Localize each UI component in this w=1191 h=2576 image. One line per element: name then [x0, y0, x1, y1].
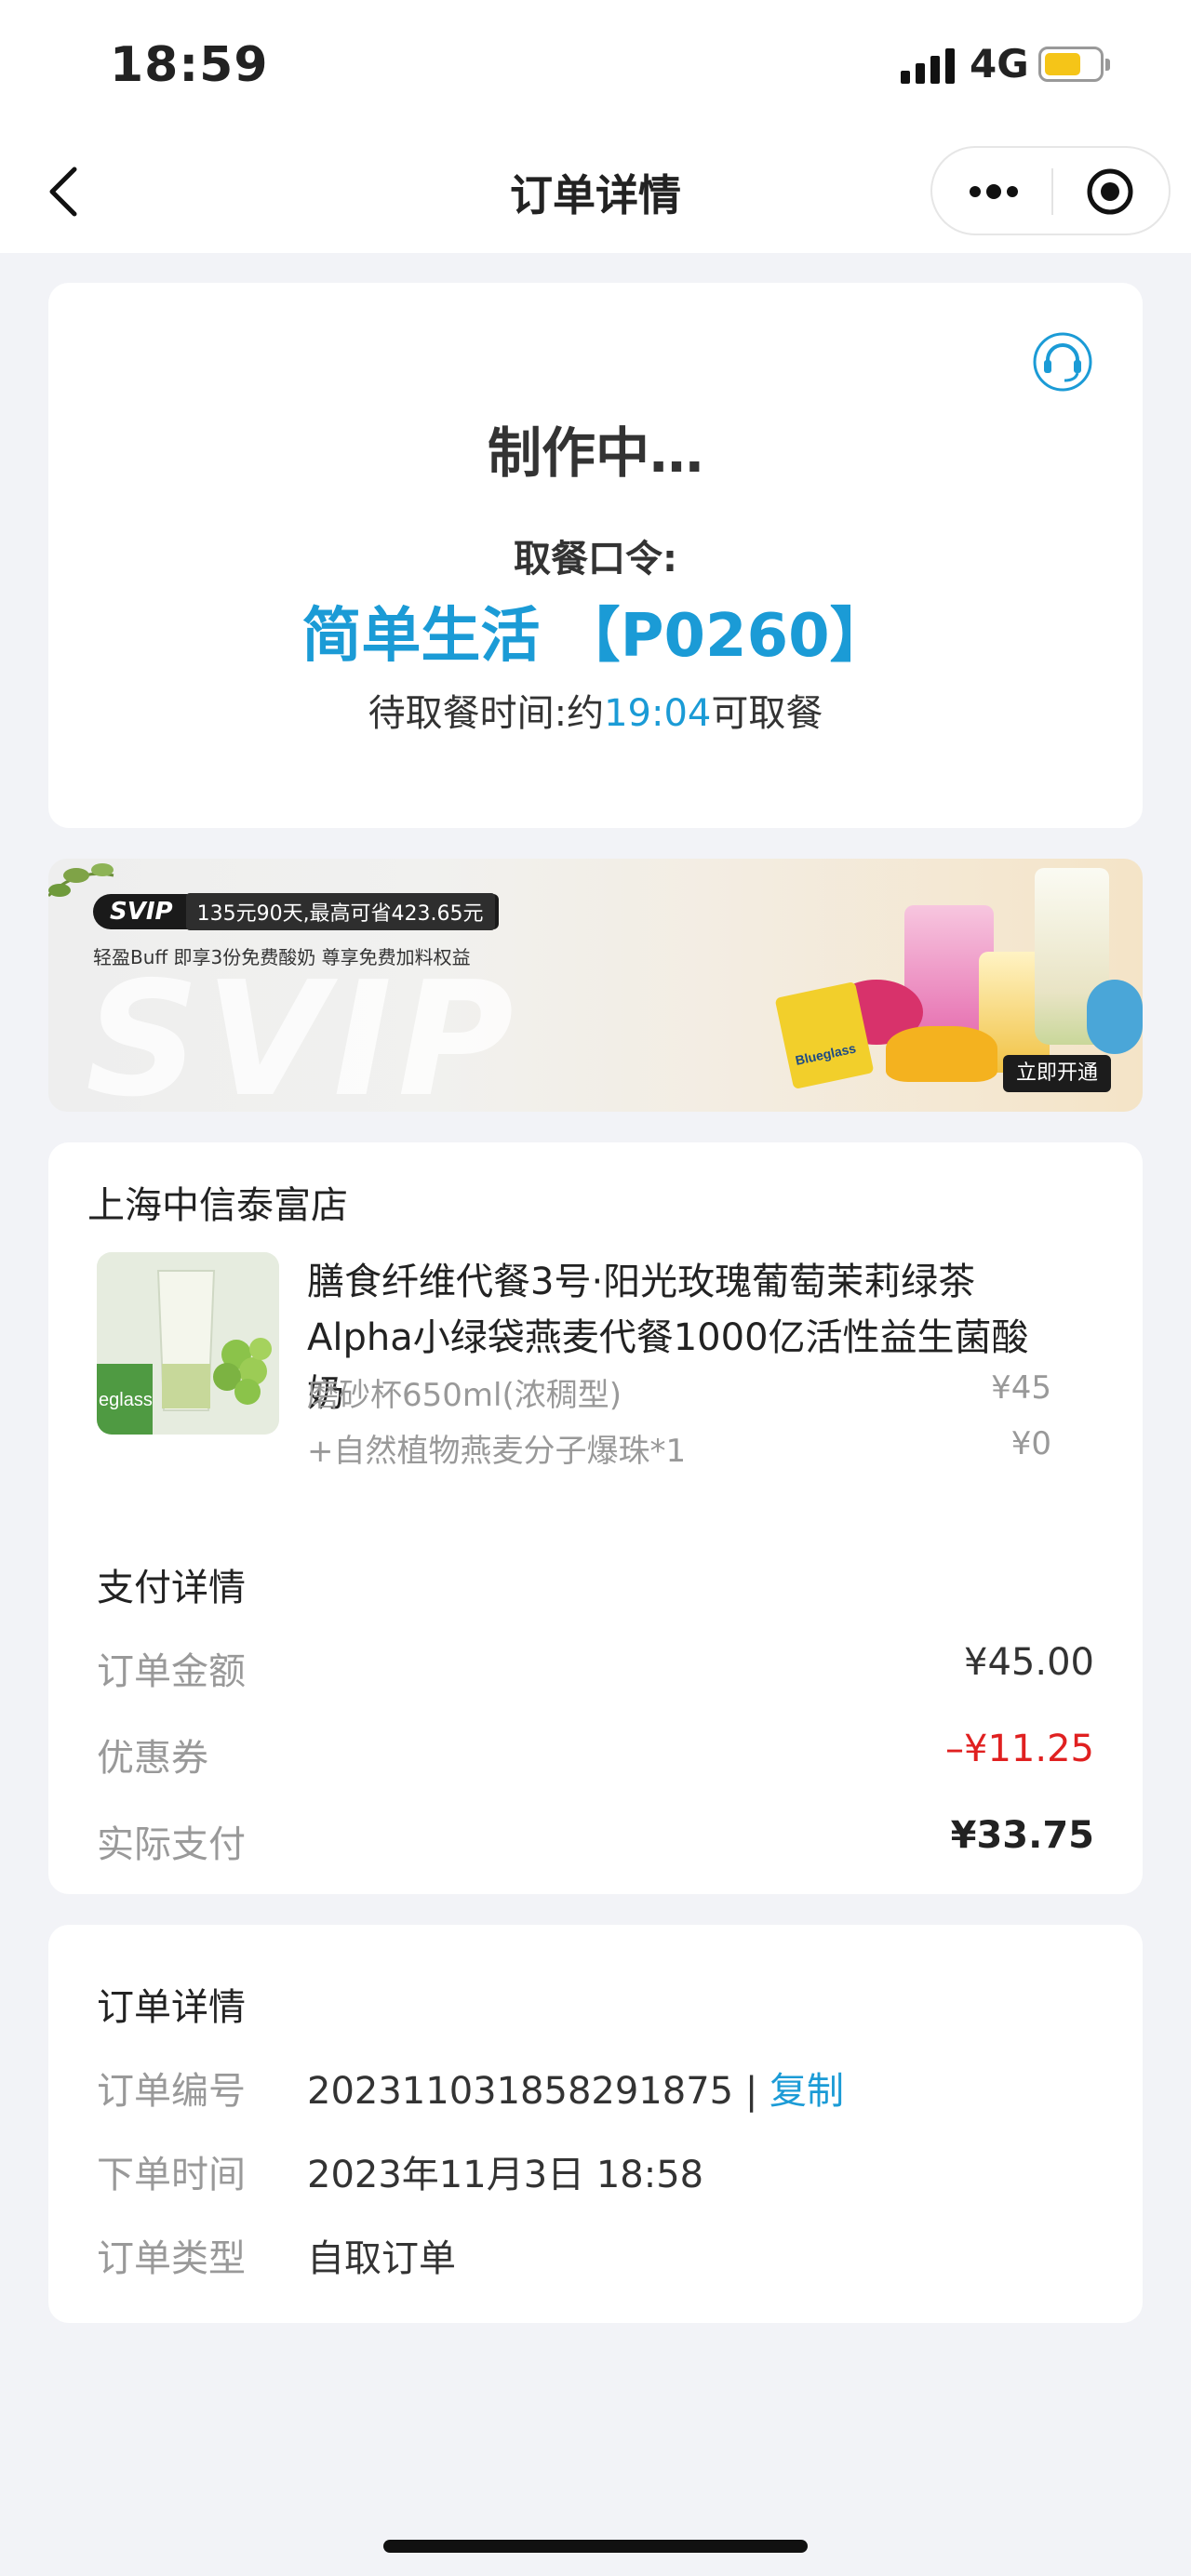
- order-no-separator: |: [744, 2070, 758, 2113]
- home-indicator: [383, 2540, 808, 2553]
- order-status: 制作中…: [487, 421, 703, 485]
- order-type-value: 自取订单: [307, 2237, 456, 2280]
- product-addon: +自然植物燕麦分子爆珠*1: [307, 1433, 687, 1470]
- copy-button[interactable]: 复制: [769, 2070, 844, 2113]
- product-spec: 磨砂杯650ml(浓稠型): [307, 1377, 622, 1414]
- store-name: 上海中信泰富店: [87, 1184, 348, 1227]
- order-amount-value: ¥45.00: [964, 1641, 1094, 1684]
- target-icon[interactable]: [1085, 167, 1135, 217]
- svip-subtitle: 轻盈Buff 即享3份免费酸奶 尊享免费加料权益: [93, 946, 471, 968]
- order-amount-label: 订单金额: [97, 1650, 246, 1693]
- svip-label: SVIP: [110, 898, 173, 926]
- pickup-code: 简单生活 【P0260】: [301, 602, 890, 671]
- order-no-label: 订单编号: [97, 2070, 246, 2113]
- paid-label: 实际支付: [97, 1823, 246, 1866]
- coupon-value: –¥11.25: [945, 1728, 1094, 1770]
- paid-value: ¥33.75: [950, 1814, 1094, 1857]
- yogurt-tub: [1087, 980, 1143, 1054]
- payment-title: 支付详情: [97, 1567, 246, 1609]
- headset-icon[interactable]: [1031, 330, 1094, 394]
- mango: [886, 1026, 997, 1082]
- product-spec-price: ¥45: [991, 1369, 1051, 1407]
- status-time: 18:59: [110, 37, 269, 93]
- open-svip-button[interactable]: 立即开通: [1003, 1055, 1112, 1092]
- wait-prefix: 待取餐时间:约: [368, 692, 605, 735]
- product-thumbnail: eglass: [97, 1252, 279, 1435]
- order-time-label: 下单时间: [97, 2154, 246, 2196]
- wait-suffix: 可取餐: [711, 692, 823, 735]
- order-no-value: 202311031858291875: [307, 2070, 734, 2113]
- pickup-label: 取餐口令:: [514, 538, 677, 581]
- thumb-brand: eglass: [99, 1390, 153, 1410]
- signal-icon: [901, 48, 957, 84]
- product-addon-price: ¥0: [1010, 1425, 1051, 1462]
- wait-time: 19:04: [604, 692, 712, 735]
- svip-badge: SVIP 135元90天,最高可省423.65元: [93, 893, 499, 930]
- network-label: 4G: [970, 41, 1029, 87]
- more-dots-icon[interactable]: [964, 169, 1029, 212]
- svip-price: 135元90天,最高可省423.65元: [185, 893, 495, 930]
- coupon-label: 优惠券: [97, 1737, 208, 1780]
- order-no-line: 202311031858291875 | 复制: [307, 2061, 844, 2115]
- pickup-time-line: 待取餐时间:约19:04可取餐: [48, 683, 1143, 737]
- pack-brand: Blueglass: [794, 1040, 858, 1068]
- order-type-label: 订单类型: [97, 2237, 246, 2280]
- svip-watermark: SVIP: [86, 948, 519, 1112]
- order-details-title: 订单详情: [97, 1986, 246, 2029]
- order-time-value: 2023年11月3日 18:58: [307, 2154, 704, 2196]
- battery-icon: [1038, 47, 1110, 82]
- svip-banner[interactable]: SVIP SVIP 135元90天,最高可省423.65元 轻盈Buff 即享3…: [48, 859, 1143, 1112]
